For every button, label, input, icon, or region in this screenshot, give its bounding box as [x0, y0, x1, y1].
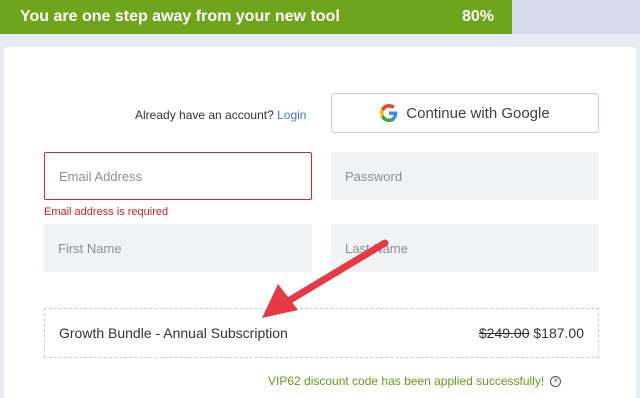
- login-link[interactable]: Login: [277, 108, 306, 122]
- discount-message: VIP62 discount code has been applied suc…: [268, 374, 562, 388]
- email-field[interactable]: Email Address: [44, 152, 312, 200]
- original-price: $249.00: [478, 325, 530, 341]
- first-name-field[interactable]: First Name: [44, 224, 312, 272]
- continue-with-google-button[interactable]: Continue with Google: [331, 93, 599, 133]
- signup-card: Already have an account? Login Continue …: [4, 47, 636, 398]
- password-field[interactable]: Password: [331, 152, 599, 200]
- password-placeholder: Password: [345, 168, 403, 184]
- price: $249.00 $187.00: [479, 325, 584, 341]
- last-name-field[interactable]: Last Name: [331, 224, 599, 272]
- checkout-page: You are one step away from your new tool…: [0, 0, 640, 398]
- circle-x-icon[interactable]: ×: [550, 375, 562, 387]
- product-name: Growth Bundle - Annual Subscription: [59, 325, 288, 341]
- login-prompt: Already have an account? Login: [135, 108, 306, 122]
- discount-text: VIP62 discount code has been applied suc…: [268, 374, 545, 388]
- first-name-placeholder: First Name: [58, 240, 122, 256]
- email-error-message: Email address is required: [44, 206, 169, 218]
- google-button-label: Continue with Google: [406, 104, 550, 122]
- progress-text: You are one step away from your new tool: [20, 8, 340, 25]
- discounted-price: $187.00: [533, 325, 584, 341]
- order-summary: Growth Bundle - Annual Subscription $249…: [44, 308, 599, 358]
- progress-percent: 80%: [461, 8, 494, 25]
- login-prompt-text: Already have an account?: [135, 108, 274, 122]
- progress-bar: You are one step away from your new tool…: [0, 0, 640, 34]
- google-logo-icon: [380, 104, 398, 122]
- last-name-placeholder: Last Name: [345, 240, 408, 256]
- email-placeholder: Email Address: [59, 168, 143, 184]
